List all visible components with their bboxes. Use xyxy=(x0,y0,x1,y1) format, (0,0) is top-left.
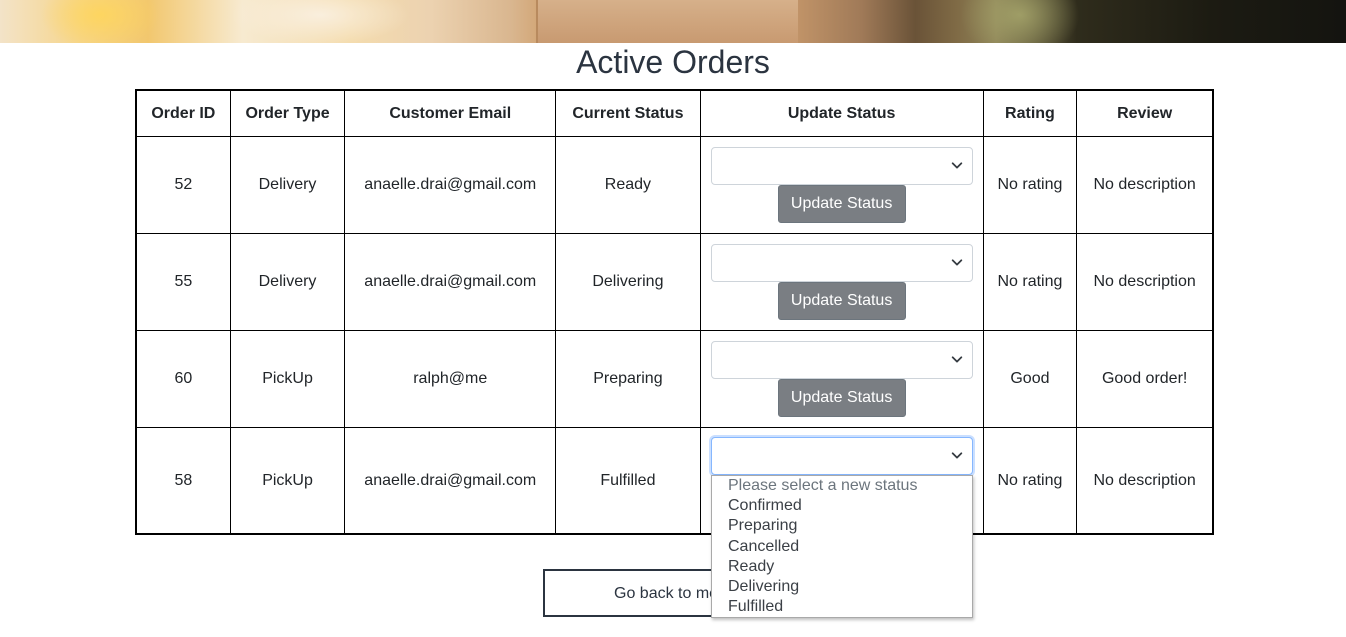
header-review: Review xyxy=(1076,89,1214,137)
dropdown-option-preparing[interactable]: Preparing xyxy=(712,516,972,536)
header-order-type: Order Type xyxy=(229,89,346,137)
page-title: Active Orders xyxy=(576,44,770,80)
status-select[interactable] xyxy=(710,244,973,282)
status-select[interactable] xyxy=(710,341,973,379)
header-order-id: Order ID xyxy=(135,89,231,137)
review-cell: No description xyxy=(1076,427,1214,535)
header-banner-image xyxy=(0,0,1346,43)
dropdown-option-placeholder[interactable]: Please select a new status xyxy=(712,476,972,496)
current-status-cell: Fulfilled xyxy=(555,427,701,535)
update-status-button[interactable]: Update Status xyxy=(777,379,906,417)
header-customer-email: Customer Email xyxy=(344,89,557,137)
table-row: 60 PickUp ralph@me Preparing Update Stat… xyxy=(135,330,1214,428)
chevron-down-icon xyxy=(951,452,962,459)
customer-email-cell: anaelle.drai@gmail.com xyxy=(344,233,557,331)
header-update-status: Update Status xyxy=(699,89,984,137)
order-id-cell: 52 xyxy=(135,136,231,234)
customer-email-cell: ralph@me xyxy=(344,330,557,428)
rating-cell: No rating xyxy=(982,233,1078,331)
header-current-status: Current Status xyxy=(555,89,701,137)
banner-light-spot xyxy=(40,0,160,43)
review-cell: No description xyxy=(1076,233,1214,331)
chevron-down-icon xyxy=(951,356,962,363)
order-id-cell: 60 xyxy=(135,330,231,428)
order-type-cell: Delivery xyxy=(229,136,346,234)
banner-light-spot xyxy=(230,0,410,43)
page: Active Orders Order ID Order Type Custom… xyxy=(0,0,1346,637)
dropdown-option-fulfilled[interactable]: Fulfilled xyxy=(712,597,972,617)
table-header-row: Order ID Order Type Customer Email Curre… xyxy=(135,89,1214,137)
update-status-cell: Update Status xyxy=(699,233,984,331)
order-type-cell: Delivery xyxy=(229,233,346,331)
update-status-button[interactable]: Update Status xyxy=(777,185,906,223)
table-row: 58 PickUp anaelle.drai@gmail.com Fulfill… xyxy=(135,427,1214,535)
rating-cell: No rating xyxy=(982,136,1078,234)
order-id-cell: 58 xyxy=(135,427,231,535)
update-status-cell: Update Status xyxy=(699,330,984,428)
banner-box-shape xyxy=(536,0,798,43)
update-status-button[interactable]: Update Status xyxy=(777,282,906,320)
order-id-cell: 55 xyxy=(135,233,231,331)
rating-cell: No rating xyxy=(982,427,1078,535)
header-rating: Rating xyxy=(982,89,1078,137)
current-status-cell: Delivering xyxy=(555,233,701,331)
review-cell: No description xyxy=(1076,136,1214,234)
dropdown-option-cancelled[interactable]: Cancelled xyxy=(712,537,972,557)
current-status-cell: Preparing xyxy=(555,330,701,428)
chevron-down-icon xyxy=(951,259,962,266)
table-row: 55 Delivery anaelle.drai@gmail.com Deliv… xyxy=(135,233,1214,331)
rating-cell: Good xyxy=(982,330,1078,428)
banner-leaf-shape xyxy=(960,0,1080,43)
review-cell: Good order! xyxy=(1076,330,1214,428)
dropdown-option-ready[interactable]: Ready xyxy=(712,557,972,577)
status-dropdown-list: Please select a new status Confirmed Pre… xyxy=(711,475,973,618)
status-select[interactable] xyxy=(710,437,973,475)
current-status-cell: Ready xyxy=(555,136,701,234)
dropdown-option-delivering[interactable]: Delivering xyxy=(712,577,972,597)
status-select[interactable] xyxy=(710,147,973,185)
dropdown-option-confirmed[interactable]: Confirmed xyxy=(712,496,972,516)
table-row: 52 Delivery anaelle.drai@gmail.com Ready… xyxy=(135,136,1214,234)
update-status-cell: Update Status xyxy=(699,136,984,234)
order-type-cell: PickUp xyxy=(229,330,346,428)
orders-table: Order ID Order Type Customer Email Curre… xyxy=(135,89,1214,535)
customer-email-cell: anaelle.drai@gmail.com xyxy=(344,427,557,535)
chevron-down-icon xyxy=(951,162,962,169)
order-type-cell: PickUp xyxy=(229,427,346,535)
customer-email-cell: anaelle.drai@gmail.com xyxy=(344,136,557,234)
